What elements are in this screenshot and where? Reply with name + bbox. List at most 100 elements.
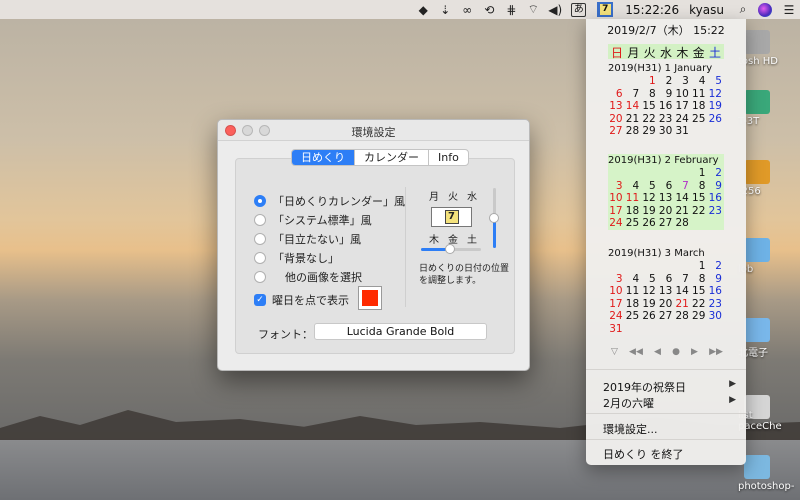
radio-himekuri-style[interactable]: 「日めくりカレンダー」風 (254, 191, 405, 210)
calendar-day: 22 (642, 112, 656, 125)
window-title: 環境設定 (351, 126, 396, 139)
menubar-user[interactable]: kyasu (689, 3, 724, 17)
next-icon[interactable]: ▶ (691, 347, 698, 357)
calendar-empty-cell (691, 217, 708, 230)
desktop-icon-label: lob (738, 264, 800, 275)
calendar-day: 14 (675, 285, 689, 298)
notification-center-icon[interactable]: ☰ (778, 3, 800, 17)
radio-subtle-style[interactable]: 「目立たない」風 (254, 229, 405, 248)
creative-cloud-icon[interactable]: ∞ (456, 3, 478, 17)
calendar-day: 3 (615, 179, 623, 192)
preview-day: 7 (444, 210, 459, 224)
radio-no-background[interactable]: 「背景なし」 (254, 248, 405, 267)
calendar-day: 14 (675, 192, 689, 205)
desktop-item-icon (744, 238, 770, 262)
radio-label: 他の画像を選択 (285, 270, 362, 284)
menu-item-label: 日めくり を終了 (603, 448, 684, 461)
dropbox-icon[interactable]: ◆ (412, 3, 434, 17)
collapse-icon[interactable]: ▽ (611, 347, 618, 357)
calendar-day: 21 (625, 112, 640, 125)
vertical-position-slider[interactable] (489, 188, 499, 248)
desktop-icon[interactable]: photoshop- (738, 455, 800, 492)
submenu-arrow-icon: ▶ (729, 395, 736, 405)
calendar-day: 13 (658, 285, 673, 298)
menu-item-rokuyo[interactable]: 2月の六曜 ▶ (603, 395, 736, 411)
horizontal-position-slider[interactable] (421, 244, 481, 254)
calendar-empty-cell (691, 323, 708, 336)
previous-icon[interactable]: ◀ (654, 347, 661, 357)
month-title: 2019(H31) 1 January (608, 63, 713, 74)
calendar-day: 16 (708, 192, 722, 205)
tab-calendar[interactable]: カレンダー (355, 150, 429, 165)
tab-himekuri[interactable]: 日めくり (292, 150, 355, 165)
calendar-day: 7 (632, 87, 640, 100)
calendar-empty-cell (674, 167, 691, 180)
desktop-icon[interactable]: T-3T (738, 90, 800, 127)
weekday-dot-checkbox[interactable]: ✓ (254, 294, 266, 306)
calendar-day: 23 (708, 297, 722, 310)
dot-color-well[interactable] (358, 286, 382, 310)
calendar-day: 31 (609, 322, 623, 335)
radio-button[interactable] (254, 251, 266, 264)
menubar-clock[interactable]: 15:22:26 (625, 3, 679, 17)
calendar-day: 25 (692, 112, 706, 125)
calendar-empty-cell (641, 323, 658, 336)
slider-knob[interactable] (445, 244, 455, 254)
weekday-dot-label: 曜日を点で表示 (272, 294, 349, 307)
submenu-arrow-icon: ▶ (729, 379, 736, 389)
weekday-dot-option[interactable]: ✓ 曜日を点で表示 (254, 292, 349, 308)
calendar-day: 13 (609, 100, 623, 113)
desktop-icon[interactable]: 北電子 (738, 318, 800, 359)
rewind-icon[interactable]: ◀◀ (629, 347, 643, 357)
radio-label: 「システム標準」風 (273, 213, 372, 227)
radio-button[interactable] (254, 270, 266, 283)
calendar-day: 12 (708, 87, 722, 100)
menu-item-holidays[interactable]: 2019年の祝祭日 ▶ (603, 379, 736, 395)
calendar-empty-cell (674, 260, 691, 273)
month-title: 2019(H31) 2 February (608, 155, 719, 166)
transfer-icon[interactable]: ⇣ (434, 3, 456, 17)
weekday-label: 月 (627, 46, 640, 60)
desktop-item-icon (744, 455, 770, 479)
volume-icon[interactable]: ◀) (544, 3, 566, 17)
menu-item-quit[interactable]: 日めくり を終了 (603, 446, 736, 462)
calendar-day: 20 (609, 112, 623, 125)
wifi-icon[interactable]: ⌔ (522, 2, 544, 17)
month-grid: 1 2 3 4 5 6 7 8 9 10 11 12 13 14 15 16 17 18 19 20 21 22 23 24 2… (608, 75, 724, 138)
menu-item-preferences[interactable]: 環境設定... (603, 421, 736, 437)
preview-weekday: 水 (467, 192, 477, 203)
radio-system-style[interactable]: 「システム標準」風 (254, 210, 405, 229)
calendar-day: 19 (642, 204, 656, 217)
himekuri-calendar-icon[interactable]: 7 (597, 2, 614, 17)
calendar-empty-cell (658, 323, 675, 336)
network-icon[interactable]: ⋕ (500, 3, 522, 17)
month-february: 2019(H31) 2 February 1 2 3 4 5 6 7 8 9 10 11 12 13 14 1… (608, 154, 724, 230)
calendar-day: 30 (658, 125, 673, 138)
today-icon[interactable]: ● (672, 347, 680, 357)
radio-other-image[interactable]: 他の画像を選択 (254, 267, 405, 286)
radio-button[interactable] (254, 232, 266, 245)
input-method-icon[interactable]: あ (571, 2, 587, 17)
spotlight-search-icon[interactable]: ⌕ (732, 2, 754, 17)
slider-knob[interactable] (489, 213, 499, 223)
calendar-day: 22 (692, 297, 706, 310)
month-march: 2019(H31) 3 March 1 2 3 4 5 6 7 8 9 10 11 12 13 14 15 16… (608, 247, 724, 336)
desktop-icon-label: 北電子 (738, 348, 768, 359)
desktop-icon[interactable]: -256 (738, 160, 800, 197)
radio-button[interactable] (254, 213, 266, 226)
tab-info[interactable]: Info (429, 150, 468, 165)
calendar-day: 19 (708, 100, 722, 113)
calendar-day: 19 (642, 297, 656, 310)
desktop-icon[interactable]: lob (738, 238, 800, 275)
radio-button[interactable] (254, 194, 266, 207)
font-select-button[interactable]: Lucida Grande Bold (314, 323, 487, 340)
desktop-icon[interactable]: tosh HD (738, 30, 800, 67)
window-titlebar[interactable]: 環境設定 (218, 120, 529, 141)
calendar-day: 1 (698, 167, 706, 179)
time-machine-icon[interactable]: ⟲ (478, 3, 500, 17)
fast-forward-icon[interactable]: ▶▶ (709, 347, 723, 357)
calendar-day: 25 (625, 217, 640, 230)
desktop-icon[interactable]: list (738, 410, 800, 421)
siri-icon[interactable] (758, 2, 772, 17)
calendar-day: 4 (632, 179, 640, 192)
